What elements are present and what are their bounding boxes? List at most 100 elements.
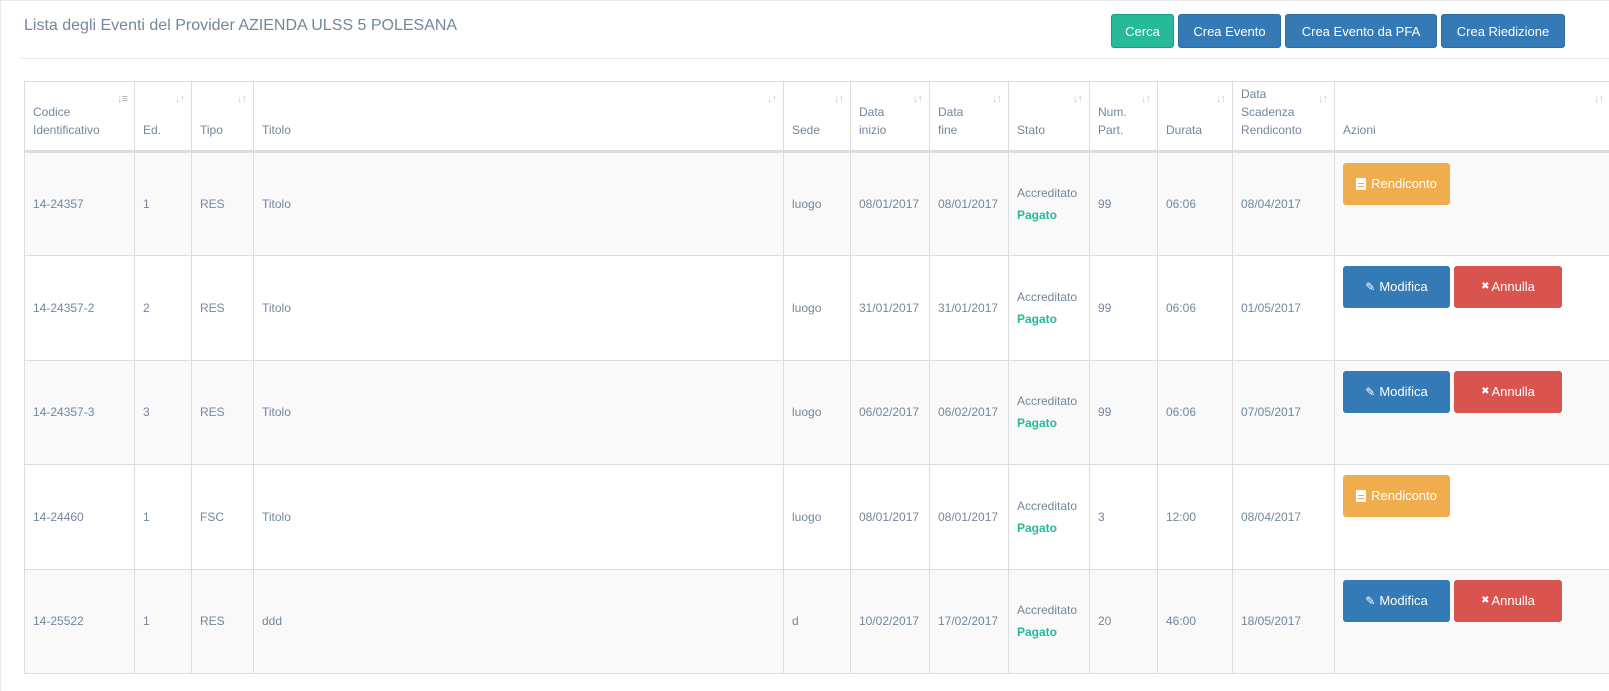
crea-evento-pfa-button[interactable]: Crea Evento da PFA bbox=[1285, 14, 1437, 48]
cell-ed: 2 bbox=[134, 255, 192, 361]
annulla-button[interactable]: ✖ Annulla bbox=[1454, 370, 1562, 413]
column-header-azioni[interactable]: ↓↑ Azioni bbox=[1334, 81, 1609, 153]
cell-codice: 14-24357-3 bbox=[24, 359, 135, 466]
stato-text: Accreditato bbox=[1017, 498, 1078, 513]
trash-icon: ✖ bbox=[1481, 594, 1490, 606]
cell-tipo: FSC bbox=[191, 464, 254, 570]
column-label: Data Scadenza Rendiconto bbox=[1241, 87, 1302, 137]
rendiconto-button[interactable]: Rendiconto bbox=[1343, 475, 1450, 518]
cell-stato: Accreditato Pagato bbox=[1008, 255, 1090, 361]
modifica-button[interactable]: ✎ Modifica bbox=[1343, 370, 1450, 413]
events-panel: Lista degli Eventi del Provider AZIENDA … bbox=[0, 0, 1609, 691]
cell-data-fine: 08/01/2017 bbox=[929, 150, 1009, 257]
cell-data-fine: 06/02/2017 bbox=[929, 359, 1009, 466]
cell-durata: 12:00 bbox=[1157, 464, 1233, 570]
cell-num-part: 99 bbox=[1089, 359, 1158, 466]
column-label: Codice Identificativo bbox=[33, 105, 100, 137]
stato-text: Accreditato bbox=[1017, 394, 1078, 409]
cell-azioni: Rendiconto bbox=[1334, 464, 1609, 570]
column-header-ed[interactable]: ↓↑ Ed. bbox=[134, 81, 192, 153]
button-label: Modifica bbox=[1379, 592, 1428, 608]
cell-data-inizio: 06/02/2017 bbox=[850, 359, 930, 466]
cell-titolo: Titolo bbox=[253, 150, 784, 257]
column-header-data-inizio[interactable]: ↓↑ Data inizio bbox=[850, 81, 930, 153]
annulla-button[interactable]: ✖ Annulla bbox=[1454, 579, 1562, 622]
cell-codice: 14-24357-2 bbox=[24, 255, 135, 361]
column-label: Num. Part. bbox=[1098, 105, 1127, 137]
table-row: 14-25522 1 RES ddd d 10/02/2017 17/02/2017 Accr… bbox=[24, 568, 1609, 674]
pencil-icon: ✎ bbox=[1365, 384, 1376, 399]
cell-tipo: RES bbox=[191, 150, 254, 257]
stato-text: Accreditato bbox=[1017, 290, 1078, 305]
column-header-durata[interactable]: ↓↑ Durata bbox=[1157, 81, 1233, 153]
cerca-button[interactable]: Cerca bbox=[1111, 14, 1174, 48]
cell-titolo: Titolo bbox=[253, 464, 784, 570]
cell-durata: 06:06 bbox=[1157, 359, 1233, 466]
events-table: ↓≡ Codice Identificativo ↓↑ Ed. ↓↑ Tipo ↓↑ T… bbox=[24, 81, 1609, 674]
trash-icon: ✖ bbox=[1481, 281, 1490, 293]
cell-data-fine: 31/01/2017 bbox=[929, 255, 1009, 361]
cell-num-part: 3 bbox=[1089, 464, 1158, 570]
sort-icon: ↓↑ bbox=[1073, 93, 1083, 105]
cell-stato: Accreditato Pagato bbox=[1008, 568, 1090, 674]
cell-titolo: Titolo bbox=[253, 255, 784, 361]
cell-ed: 1 bbox=[134, 464, 192, 570]
table-row: 14-24460 1 FSC Titolo luogo 08/01/2017 08/01/2… bbox=[24, 464, 1609, 570]
annulla-button[interactable]: ✖ Annulla bbox=[1454, 266, 1562, 309]
cell-data-scadenza: 08/04/2017 bbox=[1232, 150, 1335, 257]
sort-icon: ↓↑ bbox=[913, 93, 923, 105]
cell-titolo: ddd bbox=[253, 568, 784, 674]
column-header-stato[interactable]: ↓↑ Stato bbox=[1008, 81, 1090, 153]
crea-evento-button[interactable]: Crea Evento bbox=[1178, 14, 1281, 48]
cell-data-scadenza: 08/04/2017 bbox=[1232, 464, 1335, 570]
cell-num-part: 20 bbox=[1089, 568, 1158, 674]
cell-codice: 14-24460 bbox=[24, 464, 135, 570]
column-label: Data fine bbox=[938, 105, 964, 137]
column-header-data-scadenza[interactable]: ↓↑ Data Scadenza Rendiconto bbox=[1232, 81, 1335, 153]
modifica-button[interactable]: ✎ Modifica bbox=[1343, 579, 1450, 622]
rendiconto-button[interactable]: Rendiconto bbox=[1343, 163, 1450, 205]
column-label: Azioni bbox=[1343, 123, 1376, 137]
button-label: Modifica bbox=[1379, 279, 1428, 295]
cell-durata: 06:06 bbox=[1157, 255, 1233, 361]
column-header-sede[interactable]: ↓↑ Sede bbox=[783, 81, 851, 153]
cell-azioni: Rendiconto bbox=[1334, 150, 1609, 257]
sort-asc-icon: ↓≡ bbox=[117, 93, 128, 105]
sort-icon: ↓↑ bbox=[992, 93, 1002, 105]
cell-num-part: 99 bbox=[1089, 150, 1158, 257]
cell-data-scadenza: 18/05/2017 bbox=[1232, 568, 1335, 674]
cell-data-scadenza: 01/05/2017 bbox=[1232, 255, 1335, 361]
column-header-titolo[interactable]: ↓↑ Titolo bbox=[253, 81, 784, 153]
cell-sede: luogo bbox=[783, 150, 851, 257]
table-row: 14-24357 1 RES Titolo luogo 08/01/2017 08/01/2… bbox=[24, 150, 1609, 257]
column-label: Sede bbox=[792, 123, 821, 137]
column-header-tipo[interactable]: ↓↑ Tipo bbox=[191, 81, 254, 153]
cell-codice: 14-24357 bbox=[24, 150, 135, 257]
sort-icon: ↓↑ bbox=[1318, 93, 1328, 105]
sort-icon: ↓↑ bbox=[175, 93, 185, 105]
cell-data-inizio: 08/01/2017 bbox=[850, 150, 930, 257]
button-label: Rendiconto bbox=[1371, 176, 1437, 191]
sort-icon: ↓↑ bbox=[1594, 93, 1604, 105]
payment-status-badge: Pagato bbox=[1017, 625, 1058, 640]
sort-icon: ↓↑ bbox=[1216, 93, 1226, 105]
column-header-num-part[interactable]: ↓↑ Num. Part. bbox=[1089, 81, 1158, 153]
column-header-data-fine[interactable]: ↓↑ Data fine bbox=[929, 81, 1009, 153]
button-label: Annulla bbox=[1491, 592, 1535, 608]
pencil-icon: ✎ bbox=[1365, 280, 1376, 295]
cell-data-scadenza: 07/05/2017 bbox=[1232, 359, 1335, 466]
payment-status-badge: Pagato bbox=[1017, 520, 1058, 535]
cell-durata: 06:06 bbox=[1157, 150, 1233, 257]
column-header-codice[interactable]: ↓≡ Codice Identificativo bbox=[24, 81, 135, 153]
stato-text: Accreditato bbox=[1017, 186, 1078, 201]
column-label: Data inizio bbox=[859, 105, 887, 137]
cell-data-inizio: 31/01/2017 bbox=[850, 255, 930, 361]
cell-data-inizio: 10/02/2017 bbox=[850, 568, 930, 674]
cell-data-fine: 17/02/2017 bbox=[929, 568, 1009, 674]
cell-tipo: RES bbox=[191, 568, 254, 674]
crea-riedizione-button[interactable]: Crea Riedizione bbox=[1441, 14, 1565, 48]
column-label: Stato bbox=[1017, 123, 1046, 137]
cell-stato: Accreditato Pagato bbox=[1008, 150, 1090, 257]
sort-icon: ↓↑ bbox=[237, 93, 247, 105]
modifica-button[interactable]: ✎ Modifica bbox=[1343, 266, 1450, 309]
